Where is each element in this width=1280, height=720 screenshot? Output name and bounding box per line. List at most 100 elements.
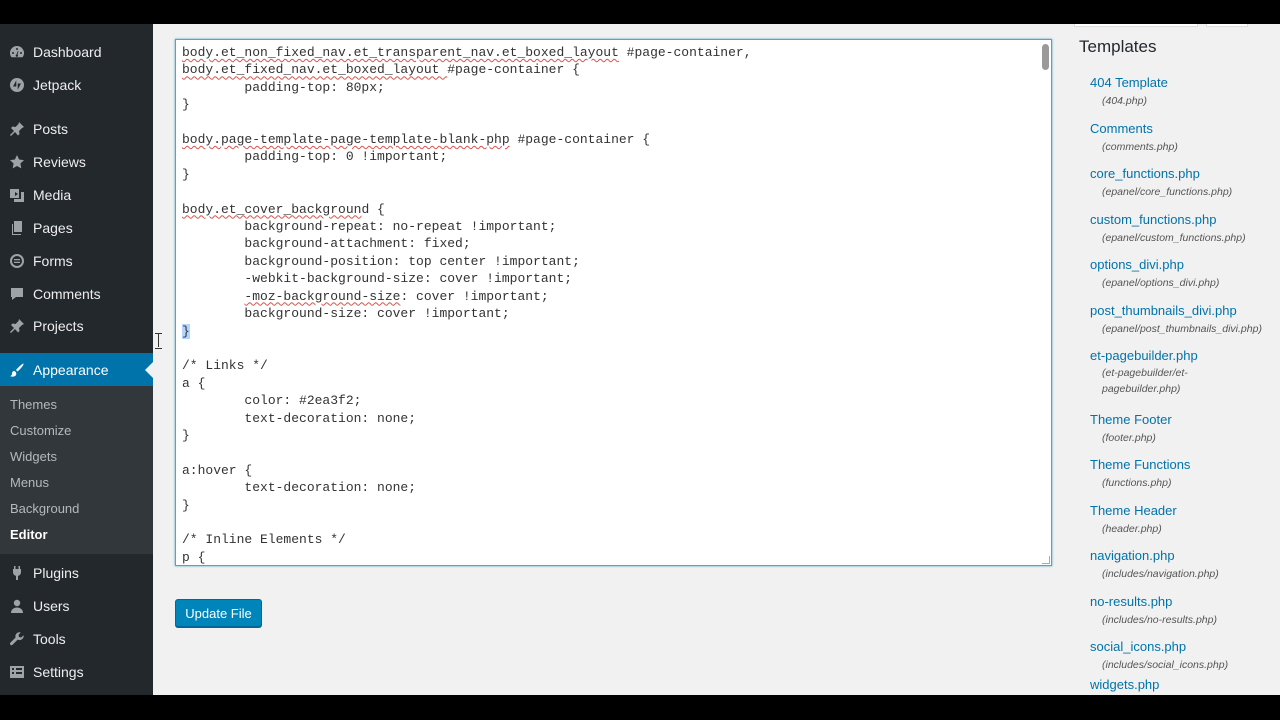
resize-handle[interactable] xyxy=(1042,556,1050,564)
template-link[interactable]: widgets.php xyxy=(1090,676,1270,694)
template-item: Comments (comments.php) xyxy=(1090,120,1270,156)
code-line: } xyxy=(182,323,190,339)
sidebar-item-dashboard[interactable]: Dashboard xyxy=(0,35,153,68)
submenu-item-background[interactable]: Background xyxy=(10,500,79,518)
template-filename: (epanel/core_functions.php) xyxy=(1102,186,1233,198)
sidebar-item-label: Settings xyxy=(33,663,84,680)
forms-icon xyxy=(9,253,25,269)
code-line: text-decoration: none; xyxy=(182,410,417,426)
sidebar-item-label: Plugins xyxy=(33,564,79,581)
code-line: padding-top: 80px; xyxy=(182,79,385,95)
template-link[interactable]: et-pagebuilder.php xyxy=(1090,347,1270,365)
template-item: Theme Footer (footer.php) xyxy=(1090,411,1270,447)
template-link[interactable]: post_thumbnails_divi.php xyxy=(1090,302,1270,320)
code-line: background-attachment: fixed; xyxy=(182,236,471,252)
sidebar-item-plugins[interactable]: Plugins xyxy=(0,556,153,589)
wp-admin-window: Dashboard Jetpack Posts Reviews Media Pa… xyxy=(0,24,1280,695)
star-icon xyxy=(9,154,25,170)
template-filename: (includes/no-results.php) xyxy=(1102,614,1217,626)
template-filename: (header.php) xyxy=(1102,523,1162,535)
code-line: } xyxy=(182,166,190,182)
code-content: body.et_non_fixed_nav.et_transparent_nav… xyxy=(182,44,752,565)
template-link[interactable]: core_functions.php xyxy=(1090,165,1270,183)
template-link[interactable]: Comments xyxy=(1090,120,1270,138)
select-button[interactable] xyxy=(1206,24,1248,27)
sidebar-item-appearance[interactable]: Appearance xyxy=(0,353,153,386)
template-link[interactable]: Theme Header xyxy=(1090,502,1270,520)
template-link[interactable]: no-results.php xyxy=(1090,593,1270,611)
template-filename: (includes/social_icons.php) xyxy=(1102,659,1229,671)
brush-icon xyxy=(9,362,25,378)
theme-select-box[interactable] xyxy=(1074,24,1198,27)
sidebar-item-posts[interactable]: Posts xyxy=(0,112,153,145)
code-line: background-size: cover !important; xyxy=(182,306,510,322)
sidebar-item-pages[interactable]: Pages xyxy=(0,211,153,244)
code-line: -webkit-background-size: cover !importan… xyxy=(182,271,573,287)
sidebar-item-label: Projects xyxy=(33,317,84,334)
sidebar-item-users[interactable]: Users xyxy=(0,589,153,622)
template-filename: (comments.php) xyxy=(1102,141,1178,153)
template-link[interactable]: custom_functions.php xyxy=(1090,211,1270,229)
sidebar-item-label: Posts xyxy=(33,120,69,137)
template-item: 404 Template (404.php) xyxy=(1090,74,1270,110)
template-item: core_functions.php (epanel/core_functions… xyxy=(1090,165,1270,201)
code-line: body.et_cover_background { xyxy=(182,201,385,217)
template-link[interactable]: social_icons.php xyxy=(1090,638,1270,656)
sidebar-item-settings[interactable]: Settings xyxy=(0,655,153,688)
submenu-item-themes[interactable]: Themes xyxy=(10,396,57,414)
code-line: body.page-template-page-template-blank-p… xyxy=(182,132,651,148)
sidebar-item-reviews[interactable]: Reviews xyxy=(0,145,153,178)
code-line: text-decoration: none; xyxy=(182,480,417,496)
template-item: Theme Functions (functions.php) xyxy=(1090,456,1270,492)
code-line: /* Links */ xyxy=(182,358,268,374)
template-filename: (footer.php) xyxy=(1102,432,1156,444)
template-filename: (epanel/custom_functions.php) xyxy=(1102,232,1246,244)
code-editor-textarea[interactable]: body.et_non_fixed_nav.et_transparent_nav… xyxy=(175,39,1052,566)
code-line: /* Inline Elements */ xyxy=(182,532,346,548)
submenu-item-customize[interactable]: Customize xyxy=(10,422,71,440)
template-filename: (functions.php) xyxy=(1102,477,1172,489)
template-link[interactable]: options_divi.php xyxy=(1090,256,1270,274)
sidebar-item-label: Dashboard xyxy=(33,43,102,60)
admin-sidebar: Dashboard Jetpack Posts Reviews Media Pa… xyxy=(0,24,153,695)
template-item: social_icons.php (includes/social_icons.p… xyxy=(1090,638,1270,674)
code-line: } xyxy=(182,427,190,443)
user-icon xyxy=(9,598,25,614)
code-line: padding-top: 0 !important; xyxy=(182,149,448,165)
sidebar-item-comments[interactable]: Comments xyxy=(0,277,153,310)
sidebar-item-jetpack[interactable]: Jetpack xyxy=(0,68,153,101)
template-item: navigation.php (includes/navigation.php) xyxy=(1090,547,1270,583)
sidebar-item-media[interactable]: Media xyxy=(0,178,153,211)
sidebar-item-label: Media xyxy=(33,186,72,203)
submenu-item-widgets[interactable]: Widgets xyxy=(10,448,57,466)
wrench-icon xyxy=(9,631,25,647)
submenu-item-menus[interactable]: Menus xyxy=(10,474,49,492)
sidebar-item-label: Pages xyxy=(33,219,73,236)
template-link[interactable]: Theme Functions xyxy=(1090,456,1270,474)
code-line: a { xyxy=(182,375,206,391)
submenu-item-editor[interactable]: Editor xyxy=(10,526,48,544)
template-link[interactable]: 404 Template xyxy=(1090,74,1270,92)
template-item: post_thumbnails_divi.php (epanel/post_thu… xyxy=(1090,302,1270,338)
template-item: no-results.php (includes/no-results.php) xyxy=(1090,593,1270,629)
pin-icon xyxy=(9,121,25,137)
templates-heading: Templates xyxy=(1079,37,1157,56)
code-line: -moz-background-size: cover !important; xyxy=(244,288,549,304)
editor-scrollbar-thumb[interactable] xyxy=(1042,44,1049,70)
template-filename: (404.php) xyxy=(1102,95,1147,107)
sidebar-item-tools[interactable]: Tools xyxy=(0,622,153,655)
sidebar-item-forms[interactable]: Forms xyxy=(0,244,153,277)
template-link[interactable]: navigation.php xyxy=(1090,547,1270,565)
update-file-button[interactable]: Update File xyxy=(175,599,262,627)
template-link[interactable]: Theme Footer xyxy=(1090,411,1270,429)
template-item: et-pagebuilder.php (et-pagebuilder/et-pag… xyxy=(1090,347,1270,397)
media-icon xyxy=(9,187,25,203)
sidebar-item-projects[interactable]: Projects xyxy=(0,309,153,342)
text-cursor-icon xyxy=(155,333,163,349)
code-line: background-position: top center !importa… xyxy=(182,253,580,269)
code-line: body.et_non_fixed_nav.et_transparent_nav… xyxy=(182,45,752,60)
code-line: body.et_fixed_nav.et_boxed_layout #page-… xyxy=(182,62,580,78)
